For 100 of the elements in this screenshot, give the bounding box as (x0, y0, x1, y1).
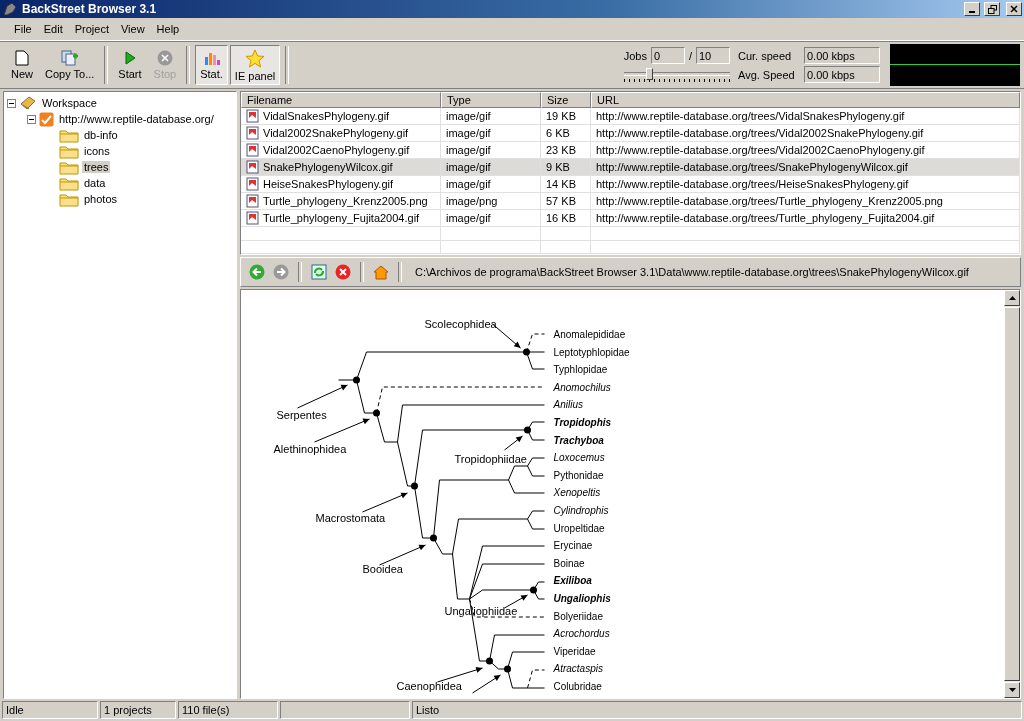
column-header[interactable]: Filename (241, 92, 441, 108)
image-file-icon (246, 211, 260, 225)
folder-icon (59, 127, 79, 143)
size-cell: 23 KB (541, 142, 591, 158)
taxon-label: Viperidae (553, 645, 596, 657)
slider-thumb[interactable] (645, 67, 653, 80)
taxon-label: Anomalepididae (553, 329, 626, 340)
clade-label: Caenophidea (396, 680, 462, 692)
file-row[interactable]: Turtle_phylogeny_Krenz2005.png image/png 57 KB http://www.reptile-database.org/trees/Turtle_phylogeny_Krenz2005.png (241, 193, 1020, 210)
tree-item[interactable]: Workspace (40, 97, 99, 109)
column-header[interactable]: URL (591, 92, 1020, 108)
expand-toggle[interactable] (7, 98, 16, 108)
file-row[interactable]: Turtle_phylogeny_Fujita2004.gif image/gif 16 KB http://www.reptile-database.org/trees/Turtle_phylogeny_Fujita2004.gif (241, 210, 1020, 227)
column-header[interactable]: Type (441, 92, 541, 108)
tree-item[interactable]: data (82, 177, 108, 189)
average-speed-field[interactable]: 0.00 kbps (804, 66, 880, 83)
column-header[interactable]: Size (541, 92, 591, 108)
type-cell: image/gif (441, 142, 541, 158)
jobs-current-field[interactable]: 0 (650, 47, 685, 64)
image-file-icon (246, 143, 260, 157)
bar-chart-icon (202, 50, 221, 66)
file-row[interactable]: Vidal2002SnakePhylogeny.gif image/gif 6 KB http://www.reptile-database.org/trees/Vidal2002SnakePhylogeny.gif (241, 125, 1020, 142)
expand-toggle[interactable] (27, 114, 36, 124)
status-text: 1 projects (100, 701, 176, 719)
tree-item[interactable]: db-info (82, 129, 120, 141)
url-cell: http://www.reptile-database.org/trees/HeiseSnakesPhylogeny.gif (591, 176, 1020, 192)
size-cell: 14 KB (541, 176, 591, 192)
current-speed-label: Cur. speed (738, 49, 793, 62)
restore-icon (987, 4, 997, 14)
tree-item[interactable]: trees (82, 161, 111, 173)
type-cell: image/gif (441, 176, 541, 192)
tree-item[interactable]: photos (82, 193, 120, 205)
jobs-max-field[interactable]: 10 (696, 47, 730, 64)
type-cell: image/gif (441, 125, 541, 141)
scroll-up-icon[interactable] (1008, 296, 1016, 300)
url-cell: http://www.reptile-database.org/trees/SnakePhylogenyWilcox.gif (591, 159, 1020, 175)
jobs-slider[interactable] (623, 67, 730, 82)
taxon-label: Boinae (553, 557, 585, 569)
close-button[interactable] (1006, 2, 1022, 16)
toolbar-button[interactable]: Start (113, 45, 147, 85)
url-cell: http://www.reptile-database.org/trees/Vidal2002SnakePhylogeny.gif (591, 125, 1020, 141)
file-row[interactable]: VidalSnakesPhylogeny.gif image/gif 19 KB http://www.reptile-database.org/trees/VidalSnakesPhylogeny.gif (241, 108, 1020, 125)
status-text: Idle (2, 701, 98, 719)
menu-item[interactable]: Edit (37, 21, 69, 37)
menu-item[interactable]: Help (150, 21, 186, 37)
star-icon (245, 48, 266, 68)
toolbar-button[interactable]: Copy To... (40, 45, 100, 85)
image-file-icon (246, 194, 260, 208)
url-cell: http://www.reptile-database.org/trees/VidalSnakesPhylogeny.gif (591, 108, 1020, 124)
toolbar-button[interactable]: IE panel (229, 45, 281, 85)
menu-item[interactable]: View (114, 21, 151, 37)
filename-text: Turtle_phylogeny_Krenz2005.png (263, 195, 428, 207)
jobs-label: Jobs (623, 49, 647, 62)
play-icon (122, 50, 137, 66)
forward-button[interactable] (271, 262, 291, 282)
file-path: C:\Archivos de programa\BackStreet Browser 3.1\Data\www.reptile-database.org\trees\SnakePhylogenyWilcox.gif (415, 266, 969, 278)
clade-label: Macrostomata (315, 512, 386, 524)
taxon-label: Erycinae (553, 540, 593, 552)
copy-documents-icon (60, 50, 79, 66)
file-row[interactable]: HeiseSnakesPhylogeny.gif image/gif 14 KB http://www.reptile-database.org/trees/HeiseSnakesPhylogeny.gif (241, 176, 1020, 193)
type-cell: image/gif (441, 159, 541, 175)
toolbar-button[interactable]: New (6, 45, 38, 85)
folder-icon (59, 191, 79, 207)
scroll-down-icon[interactable] (1008, 688, 1016, 692)
filename-text: HeiseSnakesPhylogeny.gif (263, 178, 394, 190)
size-cell: 9 KB (541, 159, 591, 175)
stop-button[interactable] (333, 262, 353, 282)
taxon-label: Loxocemus (553, 452, 605, 464)
folder-icon (59, 143, 79, 159)
clade-label: Scolecophidea (424, 318, 497, 330)
back-button[interactable] (247, 262, 267, 282)
type-cell: image/gif (441, 108, 541, 124)
clade-label: Alethinophidea (273, 443, 347, 455)
taxon-label: Ungaliophis (553, 593, 611, 604)
filename-text: Vidal2002SnakePhylogeny.gif (263, 127, 409, 139)
taxon-label: Uropeltidae (553, 522, 605, 534)
minimize-button[interactable] (964, 2, 980, 16)
file-row[interactable]: SnakePhylogenyWilcox.gif image/gif 9 KB http://www.reptile-database.org/trees/SnakePhylogenyWilcox.gif (241, 159, 1020, 176)
vertical-scrollbar[interactable] (1004, 290, 1020, 698)
tree-item[interactable]: icons (82, 145, 112, 157)
taxon-label: Pythonidae (553, 469, 604, 481)
close-icon (1010, 5, 1018, 13)
folder-icon (59, 175, 79, 191)
clade-label: Serpentes (276, 409, 327, 421)
image-file-icon (246, 177, 260, 191)
taxon-label: Tropidophis (553, 417, 612, 428)
size-cell: 6 KB (541, 125, 591, 141)
menu-item[interactable]: Project (68, 21, 115, 37)
toolbar-button[interactable]: Stat. (195, 45, 228, 85)
current-speed-field[interactable]: 0.00 kbps (804, 47, 880, 64)
size-cell: 19 KB (541, 108, 591, 124)
tree-item[interactable]: http://www.reptile-database.org/ (57, 113, 216, 125)
restore-button[interactable] (984, 2, 1000, 16)
average-speed-label: Avg. Speed (738, 68, 796, 81)
menu-item[interactable]: File (8, 21, 38, 37)
url-cell: http://www.reptile-database.org/trees/Vidal2002CaenoPhylogeny.gif (591, 142, 1020, 158)
refresh-button[interactable] (309, 262, 329, 282)
image-file-icon (246, 160, 260, 174)
workspace-icon (19, 95, 37, 111)
taxon-label: Colubridae (553, 681, 602, 692)
